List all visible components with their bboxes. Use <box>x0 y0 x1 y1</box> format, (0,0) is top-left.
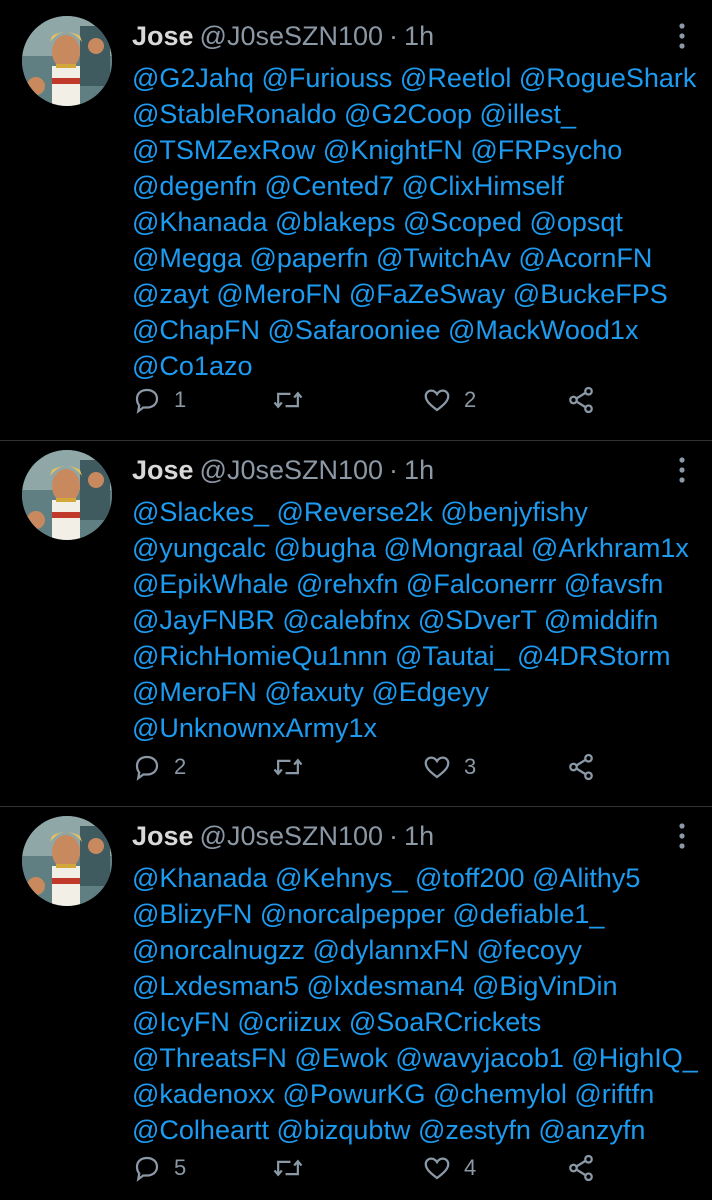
mention-line[interactable]: @Slackes_ @Reverse2k @benjyfishy <box>132 494 702 530</box>
reply-count: 5 <box>174 1155 187 1180</box>
more-options-button[interactable] <box>670 454 694 486</box>
share-nodes-icon <box>569 386 593 414</box>
like-count: 3 <box>464 754 477 779</box>
retweet-arrows-icon <box>273 758 303 776</box>
mention-line[interactable]: @ChapFN @Safarooniee @MackWood1x <box>132 312 702 348</box>
retweet-arrows-icon <box>273 1159 303 1177</box>
like-button[interactable]: 3 <box>422 745 476 789</box>
avatar[interactable] <box>22 816 112 906</box>
mention-line[interactable]: @Lxdesman5 @lxdesman4 @BigVinDin <box>132 968 702 1004</box>
tweet-text: @Slackes_ @Reverse2k @benjyfishy @yungca… <box>132 494 702 746</box>
mention-line[interactable]: @JayFNBR @calebfnx @SDverT @middifn <box>132 602 702 638</box>
vertical-ellipsis-icon <box>679 823 685 849</box>
like-button[interactable]: 2 <box>422 378 476 422</box>
avatar-image <box>22 450 112 540</box>
avatar-image <box>22 16 112 106</box>
retweet-button[interactable] <box>272 745 304 789</box>
retweet-arrows-icon <box>273 391 303 409</box>
avatar[interactable] <box>22 16 112 106</box>
separator-dot: · <box>389 821 399 851</box>
tweet[interactable]: Jose @J0seSZN100 · 1h @G2Jahq @Furiouss @Re… <box>0 16 712 383</box>
timestamp[interactable]: 1h <box>404 821 434 851</box>
display-name[interactable]: Jose <box>132 21 194 51</box>
username[interactable]: @J0seSZN100 <box>200 21 384 51</box>
like-button[interactable]: 4 <box>422 1146 476 1190</box>
mention-line[interactable]: @Khanada @Kehnys_ @toff200 @Alithy5 <box>132 860 702 896</box>
reply-count: 2 <box>174 754 187 779</box>
heart-icon <box>424 756 450 779</box>
avatar[interactable] <box>22 450 112 540</box>
display-name[interactable]: Jose <box>132 821 194 851</box>
mention-line[interactable]: @MeroFN @faxuty @Edgeyy <box>132 674 702 710</box>
vertical-ellipsis-icon <box>679 457 685 483</box>
timestamp[interactable]: 1h <box>404 455 434 485</box>
tweet[interactable]: Jose @J0seSZN100 · 1h @Slackes_ @Reverse2k … <box>0 450 712 780</box>
mention-line[interactable]: @Megga @paperfn @TwitchAv @AcornFN <box>132 240 702 276</box>
reply-button[interactable]: 1 <box>132 378 186 422</box>
mention-line[interactable]: @UnknownxArmy1x <box>132 710 702 746</box>
avatar-image <box>22 816 112 906</box>
comment-bubble-icon <box>135 755 159 781</box>
tweet-divider <box>0 806 712 807</box>
mention-line[interactable]: @TSMZexRow @KnightFN @FRPsycho <box>132 132 702 168</box>
heart-icon <box>424 1157 450 1180</box>
mention-line[interactable]: @yungcalc @bugha @Mongraal @Arkhram1x <box>132 530 702 566</box>
tweet-header: Jose @J0seSZN100 · 1h <box>132 450 434 490</box>
comment-bubble-icon <box>135 1156 159 1182</box>
mention-line[interactable]: @RichHomieQu1nnn @Tautai_ @4DRStorm <box>132 638 702 674</box>
share-nodes-icon <box>569 753 593 781</box>
tweet-text: @Khanada @Kehnys_ @toff200 @Alithy5 @Bli… <box>132 860 702 1148</box>
separator-dot: · <box>389 455 399 485</box>
share-button[interactable] <box>566 378 596 422</box>
reply-count: 1 <box>174 387 187 412</box>
mention-line[interactable]: @StableRonaldo @G2Coop @illest_ <box>132 96 702 132</box>
tweet-actions-row: 1 2 <box>132 378 692 422</box>
retweet-button[interactable] <box>272 378 304 422</box>
tweet[interactable]: Jose @J0seSZN100 · 1h @Khanada @Kehnys_ @to… <box>0 816 712 1146</box>
tweet-actions-row: 5 4 <box>132 1146 692 1190</box>
vertical-ellipsis-icon <box>679 23 685 49</box>
display-name[interactable]: Jose <box>132 455 194 485</box>
mention-line[interactable]: @kadenoxx @PowurKG @chemylol @riftfn <box>132 1076 702 1112</box>
share-button[interactable] <box>566 745 596 789</box>
more-options-button[interactable] <box>670 820 694 852</box>
tweet-divider <box>0 440 712 441</box>
username[interactable]: @J0seSZN100 <box>200 455 384 485</box>
tweet-actions-row: 2 3 <box>132 745 692 789</box>
mention-line[interactable]: @Khanada @blakeps @Scoped @opsqt <box>132 204 702 240</box>
tweet-feed: Jose @J0seSZN100 · 1h @G2Jahq @Furiouss @Re… <box>0 0 712 1200</box>
mention-line[interactable]: @ThreatsFN @Ewok @wavyjacob1 @HighIQ_ <box>132 1040 702 1076</box>
share-nodes-icon <box>569 1154 593 1182</box>
tweet-text: @G2Jahq @Furiouss @Reetlol @RogueShark @… <box>132 60 702 384</box>
username[interactable]: @J0seSZN100 <box>200 821 384 851</box>
mention-line[interactable]: @Colheartt @bizqubtw @zestyfn @anzyfn <box>132 1112 702 1148</box>
mention-line[interactable]: @norcalnugzz @dylannxFN @fecoyy <box>132 932 702 968</box>
more-options-button[interactable] <box>670 20 694 52</box>
heart-icon <box>424 389 450 412</box>
tweet-header: Jose @J0seSZN100 · 1h <box>132 16 434 56</box>
mention-line[interactable]: @BlizyFN @norcalpepper @defiable1_ <box>132 896 702 932</box>
reply-button[interactable]: 2 <box>132 745 186 789</box>
retweet-button[interactable] <box>272 1146 304 1190</box>
timestamp[interactable]: 1h <box>404 21 434 51</box>
comment-bubble-icon <box>135 388 159 414</box>
separator-dot: · <box>389 21 399 51</box>
mention-line[interactable]: @G2Jahq @Furiouss @Reetlol @RogueShark <box>132 60 702 96</box>
mention-line[interactable]: @EpikWhale @rehxfn @Falconerrr @favsfn <box>132 566 702 602</box>
mention-line[interactable]: @zayt @MeroFN @FaZeSway @BuckeFPS <box>132 276 702 312</box>
mention-line[interactable]: @degenfn @Cented7 @ClixHimself <box>132 168 702 204</box>
mention-line[interactable]: @IcyFN @criizux @SoaRCrickets <box>132 1004 702 1040</box>
like-count: 4 <box>464 1155 477 1180</box>
reply-button[interactable]: 5 <box>132 1146 186 1190</box>
share-button[interactable] <box>566 1146 596 1190</box>
like-count: 2 <box>464 387 477 412</box>
tweet-header: Jose @J0seSZN100 · 1h <box>132 816 434 856</box>
